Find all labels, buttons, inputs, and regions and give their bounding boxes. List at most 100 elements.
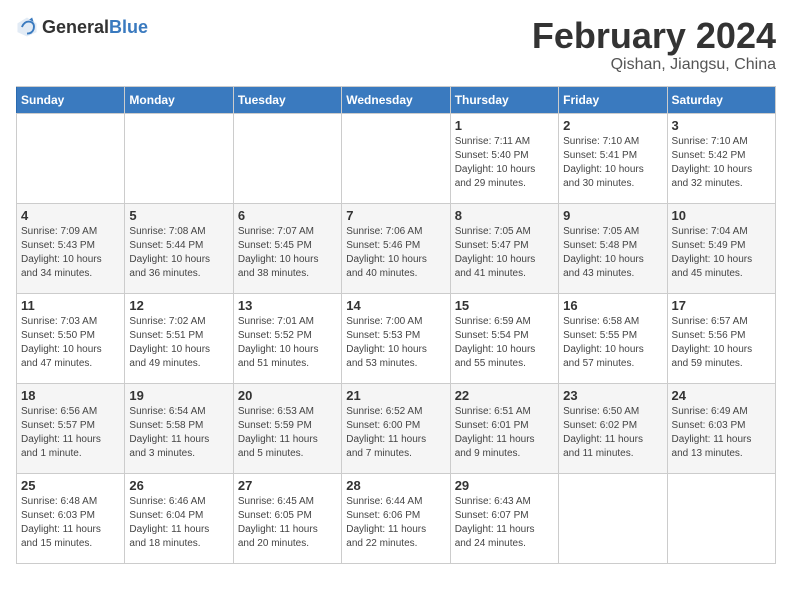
calendar-cell: 13Sunrise: 7:01 AM Sunset: 5:52 PM Dayli… <box>233 293 341 383</box>
day-number: 17 <box>672 298 771 313</box>
calendar-cell: 11 Sunrise: 7:03 AM Sunset: 5:50 PM Dayli… <box>17 293 125 383</box>
day-number: 15 <box>455 298 554 313</box>
day-number: 14 <box>346 298 445 313</box>
day-number: 11 <box>21 298 120 313</box>
calendar-cell: 4 Sunrise: 7:09 AM Sunset: 5:43 PM Daylig… <box>17 203 125 293</box>
day-info: Sunrise: 7:08 AM Sunset: 5:44 PM Dayligh… <box>129 225 228 281</box>
calendar-cell: 18 Sunrise: 6:56 AM Sunset: 5:57 PM Dayli… <box>17 383 125 473</box>
day-info: Sunrise: 6:44 AM Sunset: 6:06 PM Dayligh… <box>346 495 445 551</box>
calendar-cell: 5 Sunrise: 7:08 AM Sunset: 5:44 PM Daylig… <box>125 203 233 293</box>
calendar-cell: 26Sunrise: 6:46 AM Sunset: 6:04 PM Dayli… <box>125 473 233 563</box>
logo-icon <box>16 16 38 38</box>
calendar-cell: 14 Sunrise: 7:00 AM Sunset: 5:53 PM Dayli… <box>342 293 450 383</box>
calendar-cell: 22 Sunrise: 6:51 AM Sunset: 6:01 PM Dayli… <box>450 383 558 473</box>
calendar-cell: 12 Sunrise: 7:02 AM Sunset: 5:51 PM Dayli… <box>125 293 233 383</box>
week-row-1: 1Sunrise: 7:11 AM Sunset: 5:40 PM Daylig… <box>17 113 776 203</box>
header-row: SundayMondayTuesdayWednesdayThursdayFrid… <box>17 86 776 113</box>
day-number: 2 <box>563 118 662 133</box>
col-header-sunday: Sunday <box>17 86 125 113</box>
day-info: Sunrise: 7:04 AM Sunset: 5:49 PM Dayligh… <box>672 225 771 281</box>
day-number: 27 <box>238 478 337 493</box>
calendar-cell: 15 Sunrise: 6:59 AM Sunset: 5:54 PM Dayli… <box>450 293 558 383</box>
col-header-friday: Friday <box>559 86 667 113</box>
col-header-wednesday: Wednesday <box>342 86 450 113</box>
location-subtitle: Qishan, Jiangsu, China <box>532 56 776 74</box>
week-row-5: 25Sunrise: 6:48 AM Sunset: 6:03 PM Dayli… <box>17 473 776 563</box>
calendar-cell: 7Sunrise: 7:06 AM Sunset: 5:46 PM Daylig… <box>342 203 450 293</box>
day-info: Sunrise: 7:02 AM Sunset: 5:51 PM Dayligh… <box>129 315 228 371</box>
calendar-cell <box>667 473 775 563</box>
day-number: 22 <box>455 388 554 403</box>
day-number: 24 <box>672 388 771 403</box>
day-info: Sunrise: 6:56 AM Sunset: 5:57 PM Dayligh… <box>21 405 120 461</box>
day-number: 5 <box>129 208 228 223</box>
week-row-4: 18 Sunrise: 6:56 AM Sunset: 5:57 PM Dayli… <box>17 383 776 473</box>
day-info: Sunrise: 6:53 AM Sunset: 5:59 PM Dayligh… <box>238 405 337 461</box>
day-number: 4 <box>21 208 120 223</box>
col-header-thursday: Thursday <box>450 86 558 113</box>
day-info: Sunrise: 6:59 AM Sunset: 5:54 PM Dayligh… <box>455 315 554 371</box>
day-number: 19 <box>129 388 228 403</box>
day-info: Sunrise: 7:03 AM Sunset: 5:50 PM Dayligh… <box>21 315 120 371</box>
day-number: 25 <box>21 478 120 493</box>
calendar-cell: 25Sunrise: 6:48 AM Sunset: 6:03 PM Dayli… <box>17 473 125 563</box>
calendar-cell <box>125 113 233 203</box>
day-number: 9 <box>563 208 662 223</box>
calendar-cell: 20Sunrise: 6:53 AM Sunset: 5:59 PM Dayli… <box>233 383 341 473</box>
calendar-cell <box>17 113 125 203</box>
page-header: GeneralBlue February 2024 Qishan, Jiangs… <box>16 16 776 74</box>
calendar-cell: 9 Sunrise: 7:05 AM Sunset: 5:48 PM Daylig… <box>559 203 667 293</box>
calendar-cell: 21 Sunrise: 6:52 AM Sunset: 6:00 PM Dayli… <box>342 383 450 473</box>
day-info: Sunrise: 7:11 AM Sunset: 5:40 PM Dayligh… <box>455 135 554 191</box>
day-number: 10 <box>672 208 771 223</box>
calendar-cell: 23Sunrise: 6:50 AM Sunset: 6:02 PM Dayli… <box>559 383 667 473</box>
calendar-cell: 19 Sunrise: 6:54 AM Sunset: 5:58 PM Dayli… <box>125 383 233 473</box>
day-info: Sunrise: 6:58 AM Sunset: 5:55 PM Dayligh… <box>563 315 662 371</box>
logo-general: General <box>42 17 109 37</box>
month-year-title: February 2024 <box>532 16 776 56</box>
week-row-2: 4 Sunrise: 7:09 AM Sunset: 5:43 PM Daylig… <box>17 203 776 293</box>
day-number: 23 <box>563 388 662 403</box>
day-info: Sunrise: 6:52 AM Sunset: 6:00 PM Dayligh… <box>346 405 445 461</box>
calendar-cell <box>342 113 450 203</box>
title-area: February 2024 Qishan, Jiangsu, China <box>532 16 776 74</box>
logo-blue: Blue <box>109 17 148 37</box>
day-info: Sunrise: 6:54 AM Sunset: 5:58 PM Dayligh… <box>129 405 228 461</box>
day-info: Sunrise: 7:10 AM Sunset: 5:41 PM Dayligh… <box>563 135 662 191</box>
logo: GeneralBlue <box>16 16 148 38</box>
day-info: Sunrise: 7:05 AM Sunset: 5:47 PM Dayligh… <box>455 225 554 281</box>
day-info: Sunrise: 6:51 AM Sunset: 6:01 PM Dayligh… <box>455 405 554 461</box>
calendar-cell: 2 Sunrise: 7:10 AM Sunset: 5:41 PM Daylig… <box>559 113 667 203</box>
day-info: Sunrise: 7:05 AM Sunset: 5:48 PM Dayligh… <box>563 225 662 281</box>
calendar-cell: 1Sunrise: 7:11 AM Sunset: 5:40 PM Daylig… <box>450 113 558 203</box>
col-header-monday: Monday <box>125 86 233 113</box>
col-header-saturday: Saturday <box>667 86 775 113</box>
day-info: Sunrise: 6:43 AM Sunset: 6:07 PM Dayligh… <box>455 495 554 551</box>
day-number: 28 <box>346 478 445 493</box>
day-info: Sunrise: 7:07 AM Sunset: 5:45 PM Dayligh… <box>238 225 337 281</box>
day-number: 29 <box>455 478 554 493</box>
week-row-3: 11 Sunrise: 7:03 AM Sunset: 5:50 PM Dayli… <box>17 293 776 383</box>
calendar-cell: 3 Sunrise: 7:10 AM Sunset: 5:42 PM Daylig… <box>667 113 775 203</box>
calendar-cell: 29 Sunrise: 6:43 AM Sunset: 6:07 PM Dayli… <box>450 473 558 563</box>
day-number: 16 <box>563 298 662 313</box>
calendar-cell: 8Sunrise: 7:05 AM Sunset: 5:47 PM Daylig… <box>450 203 558 293</box>
day-info: Sunrise: 6:57 AM Sunset: 5:56 PM Dayligh… <box>672 315 771 371</box>
day-info: Sunrise: 7:10 AM Sunset: 5:42 PM Dayligh… <box>672 135 771 191</box>
calendar-cell <box>233 113 341 203</box>
day-number: 6 <box>238 208 337 223</box>
day-number: 3 <box>672 118 771 133</box>
day-number: 21 <box>346 388 445 403</box>
col-header-tuesday: Tuesday <box>233 86 341 113</box>
day-info: Sunrise: 7:09 AM Sunset: 5:43 PM Dayligh… <box>21 225 120 281</box>
logo-text: GeneralBlue <box>42 18 148 37</box>
day-number: 26 <box>129 478 228 493</box>
calendar-table: SundayMondayTuesdayWednesdayThursdayFrid… <box>16 86 776 564</box>
calendar-cell: 6 Sunrise: 7:07 AM Sunset: 5:45 PM Daylig… <box>233 203 341 293</box>
calendar-cell: 28 Sunrise: 6:44 AM Sunset: 6:06 PM Dayli… <box>342 473 450 563</box>
day-number: 7 <box>346 208 445 223</box>
day-number: 12 <box>129 298 228 313</box>
day-info: Sunrise: 6:45 AM Sunset: 6:05 PM Dayligh… <box>238 495 337 551</box>
day-number: 18 <box>21 388 120 403</box>
day-info: Sunrise: 7:00 AM Sunset: 5:53 PM Dayligh… <box>346 315 445 371</box>
